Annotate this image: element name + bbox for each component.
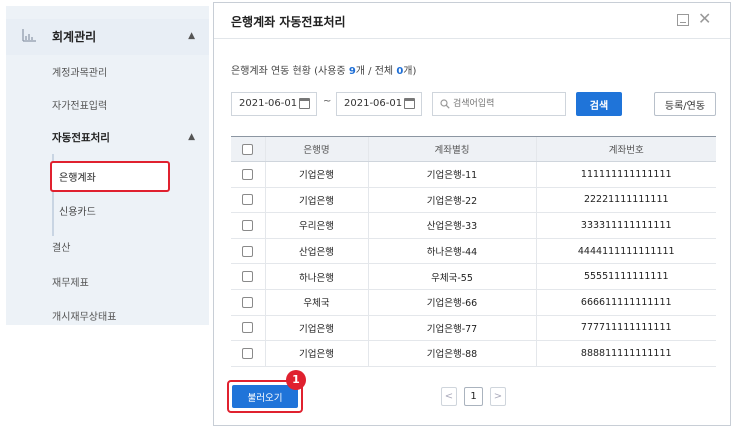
sidebar-item-credit-card[interactable]: 신용카드 xyxy=(59,203,96,218)
sidebar: 회계관리 ▲ 계정과목관리 자가전표입력 자동전표처리 ▲ 은행계좌 신용카드 … xyxy=(6,6,209,325)
pager-prev-button[interactable]: < xyxy=(441,387,457,406)
select-all-cell[interactable] xyxy=(231,136,265,162)
row-checkbox[interactable] xyxy=(242,347,254,359)
row-select-cell[interactable] xyxy=(231,340,265,367)
cell-bank-name: 기업은행 xyxy=(264,315,368,342)
sidebar-item-closing[interactable]: 결산 xyxy=(52,239,70,254)
cell-account-alias: 기업은행-77 xyxy=(367,315,536,342)
table-row[interactable]: 기업은행 기업은행-11 111111111111111 xyxy=(231,161,716,188)
summary-suffix: 개) xyxy=(403,66,417,77)
sidebar-item-voucher-entry[interactable]: 자가전표입력 xyxy=(52,97,107,112)
cell-account-number: 22221111111111 xyxy=(535,187,716,214)
row-select-cell[interactable] xyxy=(231,161,265,188)
cell-account-alias: 기업은행-22 xyxy=(367,187,536,214)
row-checkbox[interactable] xyxy=(242,219,254,231)
table-row[interactable]: 기업은행 기업은행-77 777711111111111 xyxy=(231,315,716,342)
sidebar-group-accounting[interactable]: 회계관리 ▲ xyxy=(6,19,209,55)
table-row[interactable]: 우체국 기업은행-66 666611111111111 xyxy=(231,289,716,316)
sidebar-subgroup-auto-voucher[interactable]: 자동전표처리 xyxy=(52,130,110,145)
table-row[interactable]: 하나은행 우체국-55 55551111111111 xyxy=(231,263,716,290)
date-from-value: 2021-06-01 xyxy=(239,98,298,109)
row-select-cell[interactable] xyxy=(231,315,265,342)
sidebar-item-opening-balance[interactable]: 개시재무상태표 xyxy=(52,308,116,323)
sidebar-item-accounts[interactable]: 계정과목관리 xyxy=(52,64,107,79)
cell-bank-name: 우리은행 xyxy=(264,212,368,239)
sidebar-group-label: 회계관리 xyxy=(52,30,97,44)
cell-account-alias: 하나은행-44 xyxy=(367,238,536,265)
row-select-cell[interactable] xyxy=(231,289,265,316)
cell-bank-name: 산업은행 xyxy=(264,238,368,265)
cell-account-alias: 산업은행-33 xyxy=(367,212,536,239)
row-select-cell[interactable] xyxy=(231,212,265,239)
chart-icon xyxy=(22,29,36,42)
search-input[interactable] xyxy=(453,96,561,112)
table-row[interactable]: 기업은행 기업은행-88 888811111111111 xyxy=(231,340,716,367)
select-all-checkbox[interactable] xyxy=(242,143,254,155)
bank-account-table: 은행명 계좌별칭 계좌번호 기업은행 기업은행-11 111111111111111… xyxy=(231,136,716,367)
date-separator: ~ xyxy=(323,96,332,107)
calendar-icon[interactable] xyxy=(299,98,310,109)
summary-used-count: 9 xyxy=(348,66,356,77)
cell-account-alias: 기업은행-88 xyxy=(367,340,536,367)
summary-prefix: 은행계좌 연동 현황 (사용중 xyxy=(231,66,349,77)
dialog-header: 은행계좌 자동전표처리 ✕ xyxy=(214,3,730,39)
column-account-number[interactable]: 계좌번호 xyxy=(535,136,716,162)
row-select-cell[interactable] xyxy=(231,187,265,214)
dialog-title: 은행계좌 자동전표처리 xyxy=(231,15,346,29)
row-checkbox[interactable] xyxy=(242,322,254,334)
calendar-icon[interactable] xyxy=(404,98,415,109)
date-to-field[interactable]: 2021-06-01 xyxy=(336,92,422,116)
pager-page-1[interactable]: 1 xyxy=(464,387,483,406)
chevron-up-icon[interactable]: ▲ xyxy=(188,31,195,41)
cell-account-number: 55551111111111 xyxy=(535,263,716,290)
date-from-field[interactable]: 2021-06-01 xyxy=(231,92,317,116)
cell-account-number: 888811111111111 xyxy=(535,340,716,367)
row-checkbox[interactable] xyxy=(242,245,254,257)
bank-voucher-dialog: 은행계좌 자동전표처리 ✕ 은행계좌 연동 현황 (사용중 9개 / 전체 0개… xyxy=(213,2,731,426)
cell-bank-name: 기업은행 xyxy=(264,161,368,188)
search-button[interactable]: 검색 xyxy=(576,92,622,116)
load-button[interactable]: 불러오기 xyxy=(232,385,298,408)
minimize-icon[interactable] xyxy=(677,14,689,26)
table-row[interactable]: 우리은행 산업은행-33 333311111111111 xyxy=(231,212,716,239)
cell-bank-name: 우체국 xyxy=(264,289,368,316)
close-icon[interactable]: ✕ xyxy=(698,10,711,28)
column-account-alias[interactable]: 계좌별칭 xyxy=(367,136,536,162)
cell-account-number: 333311111111111 xyxy=(535,212,716,239)
row-checkbox[interactable] xyxy=(242,271,254,283)
row-checkbox[interactable] xyxy=(242,296,254,308)
column-bank-name[interactable]: 은행명 xyxy=(264,136,368,162)
cell-bank-name: 하나은행 xyxy=(264,263,368,290)
search-field[interactable] xyxy=(432,92,566,116)
cell-bank-name: 기업은행 xyxy=(264,340,368,367)
table-row[interactable]: 기업은행 기업은행-22 22221111111111 xyxy=(231,187,716,214)
cell-bank-name: 기업은행 xyxy=(264,187,368,214)
row-select-cell[interactable] xyxy=(231,263,265,290)
cell-account-alias: 우체국-55 xyxy=(367,263,536,290)
step-badge: 1 xyxy=(286,370,306,390)
cell-account-alias: 기업은행-11 xyxy=(367,161,536,188)
row-checkbox[interactable] xyxy=(242,194,254,206)
cell-account-alias: 기업은행-66 xyxy=(367,289,536,316)
sidebar-item-bank-account[interactable]: 은행계좌 xyxy=(59,169,96,184)
search-icon xyxy=(440,99,450,109)
cell-account-number: 777711111111111 xyxy=(535,315,716,342)
cell-account-number: 4444111111111111 xyxy=(535,238,716,265)
cell-account-number: 666611111111111 xyxy=(535,289,716,316)
cell-account-number: 111111111111111 xyxy=(535,161,716,188)
pager-next-button[interactable]: > xyxy=(490,387,506,406)
table-row[interactable]: 산업은행 하나은행-44 4444111111111111 xyxy=(231,238,716,265)
chevron-up-icon[interactable]: ▲ xyxy=(188,132,195,142)
table-header-row: 은행명 계좌별칭 계좌번호 xyxy=(231,136,716,162)
date-to-value: 2021-06-01 xyxy=(344,98,403,109)
link-status-summary: 은행계좌 연동 현황 (사용중 9개 / 전체 0개) xyxy=(231,62,416,77)
row-checkbox[interactable] xyxy=(242,168,254,180)
register-link-button[interactable]: 등록/연동 xyxy=(654,92,716,116)
sidebar-item-financial-statements[interactable]: 재무제표 xyxy=(52,274,89,289)
summary-mid: 개 / 전체 xyxy=(355,66,397,77)
row-select-cell[interactable] xyxy=(231,238,265,265)
